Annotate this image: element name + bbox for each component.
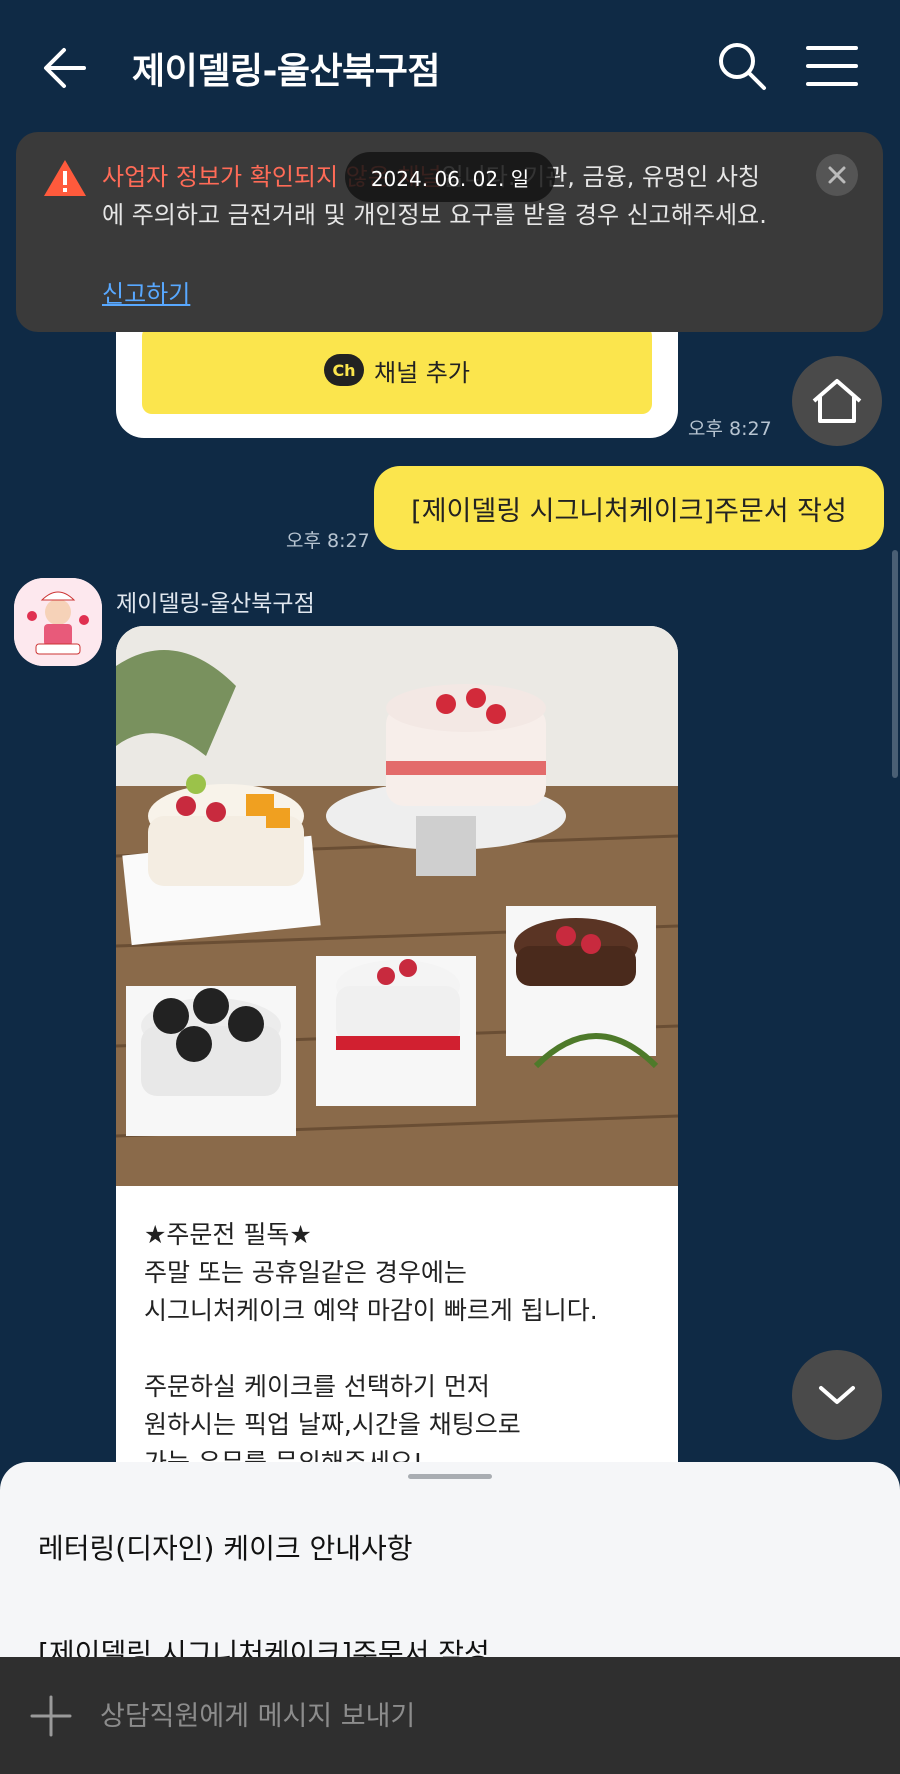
chevron-down-icon xyxy=(819,1386,855,1404)
cakes-photo[interactable] xyxy=(116,626,678,1186)
close-icon xyxy=(828,166,846,184)
quick-reply-item[interactable]: [제이델링 시그니처케이크]주문서 작성 xyxy=(38,1632,490,1657)
chat-title: 제이델링-울산북구점 xyxy=(132,51,441,92)
search-button[interactable] xyxy=(714,38,770,94)
search-icon xyxy=(719,43,766,90)
attach-button[interactable] xyxy=(28,1693,74,1739)
message-input-bar xyxy=(0,1657,900,1774)
sheet-drag-handle[interactable] xyxy=(408,1474,492,1479)
message-text: ★주문전 필독★ 주말 또는 공휴일같은 경우에는 시그니처케이크 예약 마감이… xyxy=(144,1220,598,1466)
home-button[interactable] xyxy=(792,356,882,446)
channel-avatar[interactable] xyxy=(14,578,102,666)
my-message-timestamp: 오후 8:27 xyxy=(286,530,370,552)
sender-name: 제이델링-울산북구점 xyxy=(116,591,315,617)
quick-reply-item[interactable]: 레터링(디자인) 케이크 안내사항 xyxy=(38,1527,413,1567)
channel-chat-icon: Ch xyxy=(324,354,365,386)
arrow-left-icon xyxy=(44,48,86,88)
timestamp: 오후 8:27 xyxy=(688,418,772,440)
close-warning-button[interactable] xyxy=(816,154,858,196)
message-input[interactable] xyxy=(100,1687,860,1745)
quick-reply-sheet: 레터링(디자인) 케이크 안내사항 [제이델링 시그니처케이크]주문서 작성 xyxy=(0,1462,900,1657)
date-chip: 2024. 06. 02. 일 xyxy=(345,152,555,202)
plus-icon xyxy=(30,1695,72,1737)
home-icon xyxy=(812,379,862,423)
scroll-down-button[interactable] xyxy=(792,1350,882,1440)
warning-icon xyxy=(44,160,86,196)
add-channel-label: 채널 추가 xyxy=(374,358,470,387)
menu-button[interactable] xyxy=(804,42,860,92)
message-card[interactable]: ★주문전 필독★ 주말 또는 공휴일같은 경우에는 시그니처케이크 예약 마감이… xyxy=(116,626,678,1466)
report-link[interactable]: 신고하기 xyxy=(102,274,190,309)
my-message-bubble[interactable]: [제이델링 시그니처케이크]주문서 작성 xyxy=(374,466,884,550)
bakery-logo-icon xyxy=(14,578,102,666)
hamburger-menu-icon xyxy=(806,46,858,86)
scrollbar-thumb[interactable] xyxy=(892,550,898,778)
back-button[interactable] xyxy=(36,38,96,98)
add-channel-button[interactable]: Ch 채널 추가 xyxy=(142,326,652,414)
app-header: 제이델링-울산북구점 xyxy=(0,0,900,130)
